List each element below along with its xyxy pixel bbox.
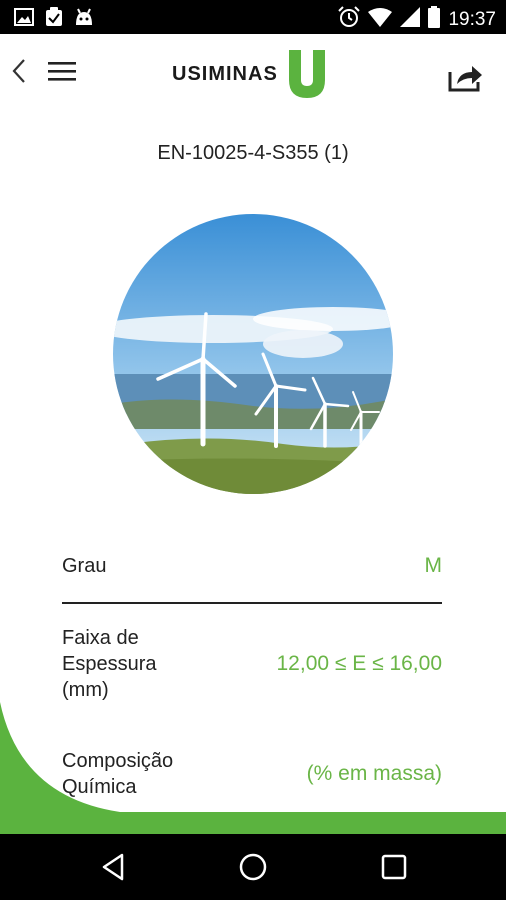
spec-label: Grau [62,555,107,577]
usiminas-u-logo [286,50,328,98]
alarm-icon [338,6,361,33]
spec-label: Composição Química [62,750,174,798]
android-icon [74,7,94,27]
battery-icon [428,6,441,33]
signal-icon [400,7,421,32]
divider [62,602,442,604]
spec-row-composicao-quimica: Composição Química (% em massa) [62,744,442,804]
product-title: EN-10025-4-S355 (1) [157,142,349,164]
wind-turbines-photo [113,214,393,494]
clock-time: 19:37 [448,8,496,30]
app-bar: USIMINAS [0,34,506,114]
spec-value: M [424,554,443,577]
brand-name: USIMINAS [172,62,278,85]
image-icon [14,7,34,27]
spec-row-grau: Grau M [62,551,442,581]
status-bar: 19:37 [0,0,506,34]
wifi-icon [368,7,393,32]
chevron-left-icon[interactable] [8,56,32,86]
share-icon[interactable] [448,62,484,92]
spec-row-faixa-espessura: Faixa de Espessura (mm) 12,00 ≤ E ≤ 16,0… [62,624,442,704]
recents-square-icon[interactable] [378,851,410,883]
system-nav-bar [0,834,506,900]
spec-value: 12,00 ≤ E ≤ 16,00 [276,652,443,675]
spec-value: (% em massa) [306,762,442,785]
clipboard-check-icon [44,7,64,27]
brand-logo: USIMINAS [172,50,328,98]
home-circle-icon[interactable] [237,851,269,883]
spec-label: Faixa de Espessura (mm) [62,627,157,701]
hamburger-icon[interactable] [46,56,78,86]
back-triangle-icon[interactable] [98,851,130,883]
